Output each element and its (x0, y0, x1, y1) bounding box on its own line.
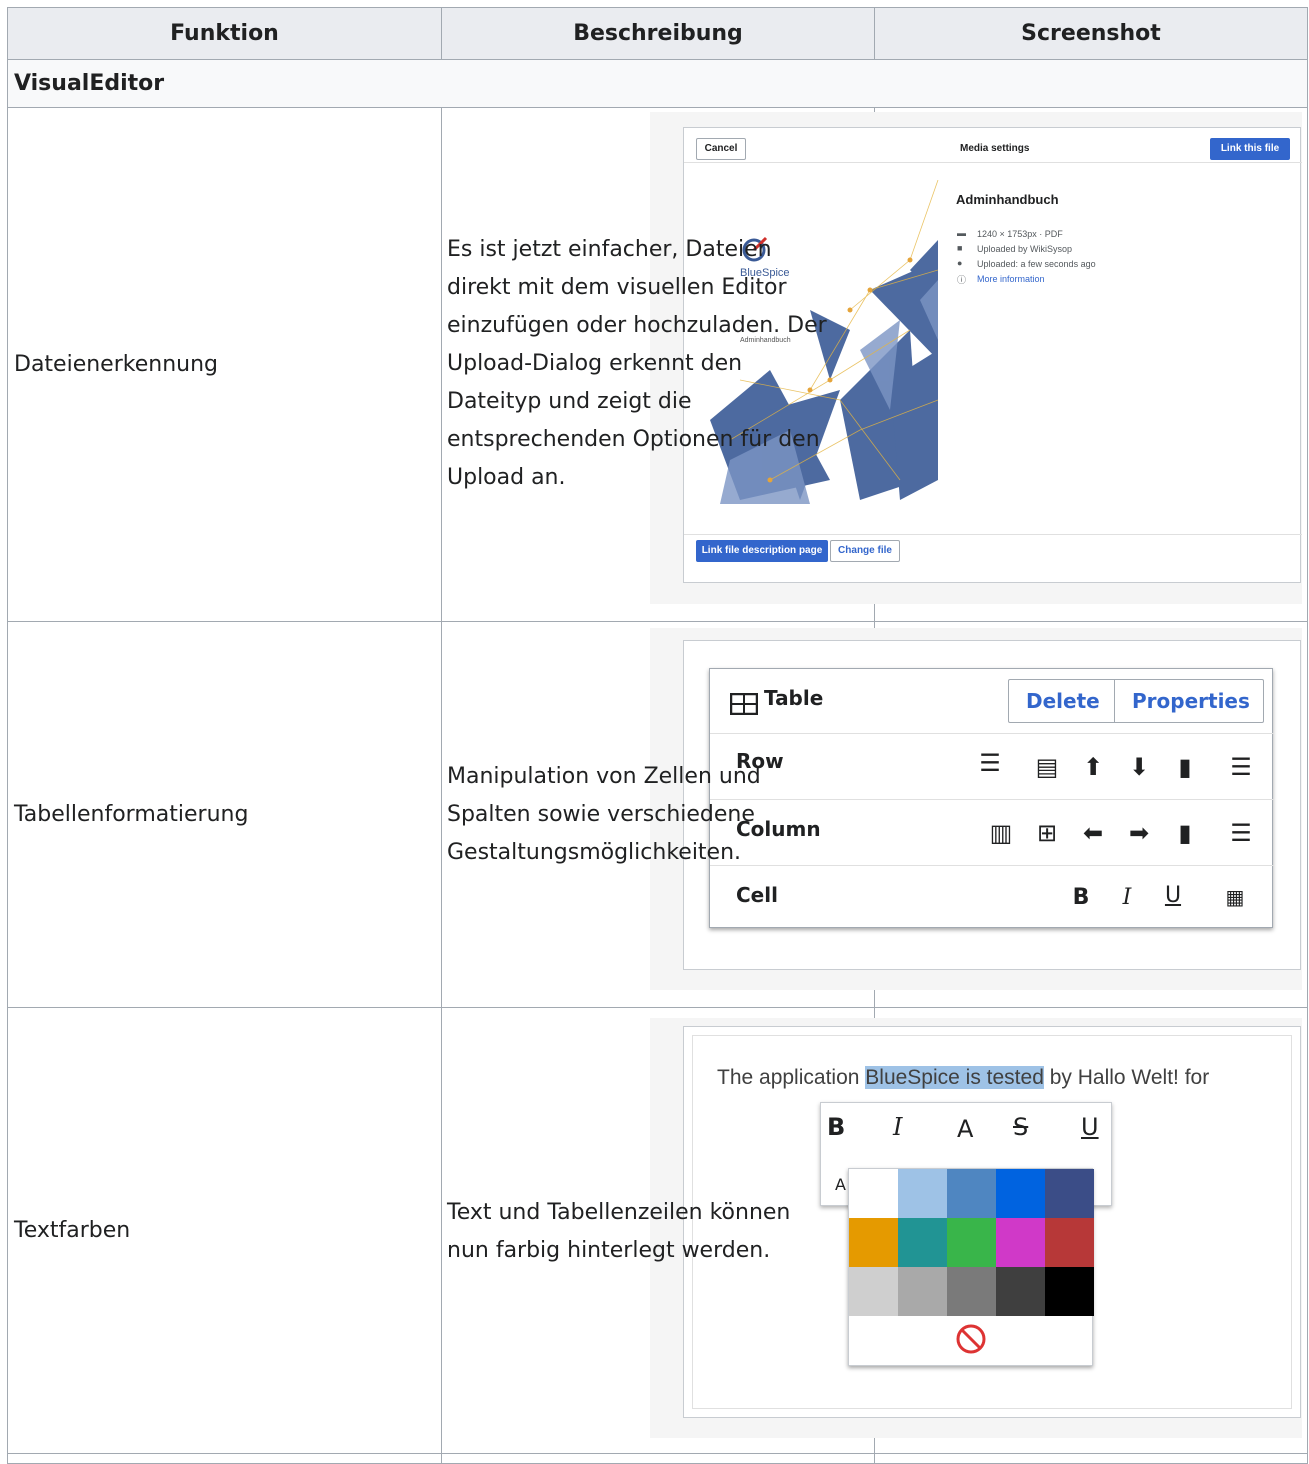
user-icon: ■ (957, 243, 963, 253)
underline-button[interactable]: U (1158, 883, 1188, 908)
header-funktion: Funktion (7, 7, 442, 60)
delete-column-icon[interactable]: ▮ (1170, 819, 1200, 847)
table-label: Table (764, 686, 824, 710)
remove-color-icon[interactable] (955, 1323, 987, 1355)
color-swatch[interactable] (1045, 1218, 1094, 1267)
color-swatch[interactable] (996, 1267, 1045, 1316)
uploaded-time: Uploaded: a few seconds ago (977, 259, 1096, 269)
color-swatch[interactable] (898, 1218, 947, 1267)
merge-cells-icon[interactable]: ▦ (1220, 885, 1250, 909)
color-swatch[interactable] (996, 1218, 1045, 1267)
cancel-button[interactable]: Cancel (696, 138, 746, 160)
select-row-icon[interactable]: ☰ (975, 749, 1005, 777)
table-properties-button[interactable]: Properties (1132, 689, 1250, 713)
image-icon: ▬ (957, 228, 966, 238)
delete-table-button[interactable]: Delete (1026, 689, 1100, 713)
table-context-menu: Table Delete Properties Row ☰ ▤ ⬆ ⬇ ▮ ☰ … (709, 668, 1274, 928)
select-column-icon[interactable]: ▥ (986, 819, 1016, 847)
delete-row-icon[interactable]: ▮ (1170, 753, 1200, 781)
selected-text: BlueSpice is tested (865, 1066, 1044, 1089)
change-file-button[interactable]: Change file (830, 540, 900, 562)
row-beschreibung: Manipulation von Zellen und Spalten sowi… (447, 764, 761, 865)
row-funktion: Tabellenformatierung (7, 621, 442, 1008)
underline-button[interactable]: U (1081, 1113, 1099, 1141)
sample-sentence: The application BlueSpice is tested by H… (717, 1066, 1210, 1089)
header-screenshot: Screenshot (874, 7, 1308, 60)
column-menu-icon[interactable]: ☰ (1226, 819, 1256, 847)
more-styles-label: A (835, 1175, 846, 1194)
move-row-up-icon[interactable]: ⬆ (1078, 753, 1108, 781)
move-column-left-icon[interactable]: ⬅ (1078, 819, 1108, 847)
color-swatch[interactable] (849, 1169, 898, 1218)
row-funktion: Textfarben (7, 1007, 442, 1454)
text-color-button[interactable]: A (957, 1115, 973, 1143)
row-beschreibung: Text und Tabellenzeilen können nun farbi… (447, 1200, 791, 1263)
row-funktion: Dateienerkennung (7, 107, 442, 622)
dialog-title: Media settings (960, 143, 1030, 154)
color-swatch[interactable] (898, 1169, 947, 1218)
insert-column-icon[interactable]: ⊞ (1032, 819, 1062, 847)
color-swatch[interactable] (1045, 1267, 1094, 1316)
color-swatch[interactable] (947, 1267, 996, 1316)
info-icon: ⓘ (957, 275, 967, 285)
table-icon (730, 693, 758, 715)
color-swatch[interactable] (1045, 1169, 1094, 1218)
bold-button[interactable]: B (827, 1113, 845, 1141)
strikethrough-button[interactable]: S (1013, 1113, 1028, 1141)
file-dimensions: 1240 × 1753px · PDF (977, 229, 1063, 239)
color-swatch[interactable] (996, 1169, 1045, 1218)
uploaded-by: Uploaded by WikiSysop (977, 244, 1073, 254)
color-swatch[interactable] (947, 1169, 996, 1218)
color-swatch[interactable] (849, 1267, 898, 1316)
cell-label: Cell (736, 883, 778, 907)
color-swatch[interactable] (947, 1218, 996, 1267)
file-name: Adminhandbuch (956, 192, 1059, 207)
row-beschreibung: Es ist jetzt einfacher, Dateien direkt m… (447, 237, 827, 490)
move-column-right-icon[interactable]: ➡ (1124, 819, 1154, 847)
row-menu-icon[interactable]: ☰ (1226, 753, 1256, 781)
bold-button[interactable]: B (1066, 885, 1096, 910)
more-information-link[interactable]: More information (977, 274, 1045, 284)
italic-button[interactable]: I (893, 1113, 902, 1141)
move-row-down-icon[interactable]: ⬇ (1124, 753, 1154, 781)
clock-icon: ● (957, 258, 963, 268)
section-visualeditor: VisualEditor (7, 59, 1308, 108)
color-swatch[interactable] (849, 1218, 898, 1267)
insert-row-icon[interactable]: ▤ (1032, 753, 1062, 781)
link-this-file-button[interactable]: Link this file (1210, 138, 1290, 160)
color-palette (848, 1168, 1094, 1366)
color-swatch[interactable] (898, 1267, 947, 1316)
link-file-description-button[interactable]: Link file description page (696, 540, 828, 562)
italic-button[interactable]: I (1112, 885, 1142, 910)
header-beschreibung: Beschreibung (441, 7, 875, 60)
